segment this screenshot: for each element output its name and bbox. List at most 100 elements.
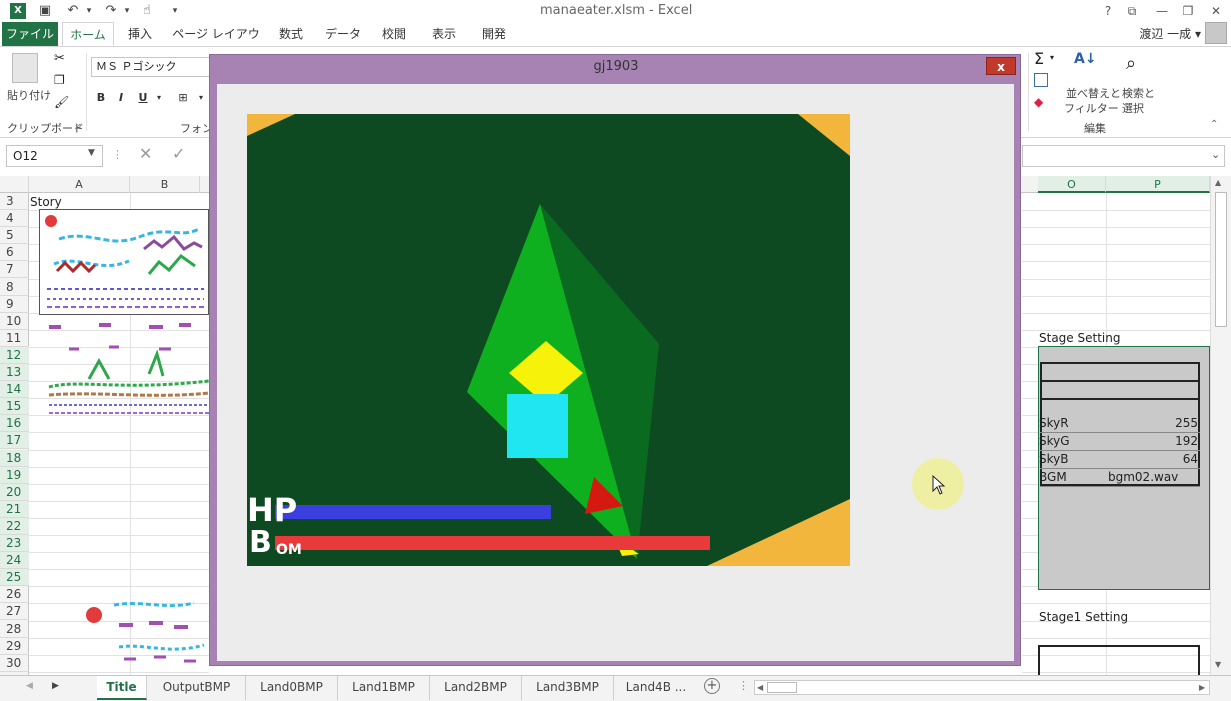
grid-left[interactable]: Story (29, 193, 209, 675)
column-header-o[interactable]: O (1038, 176, 1106, 193)
redo-dropdown-icon[interactable]: ▾ (118, 2, 136, 20)
underline-dropdown-icon[interactable]: ▾ (150, 89, 168, 107)
fill-icon[interactable] (1034, 73, 1048, 87)
paste-icon[interactable] (12, 53, 38, 83)
clipboard-launcher-icon[interactable]: ⊿ (74, 122, 82, 132)
sheet-tab-land3bmp[interactable]: Land3BMP (522, 676, 614, 700)
clear-icon[interactable]: ◆ (1034, 95, 1043, 109)
setting-key[interactable]: SkyR (1039, 415, 1069, 432)
row-header[interactable]: 18 (0, 449, 29, 467)
close-button[interactable]: ✕ (1204, 0, 1228, 22)
save-icon[interactable]: ▣ (36, 2, 54, 20)
row-header[interactable]: 12 (0, 346, 29, 364)
tab-insert[interactable]: 挿入 (122, 22, 158, 46)
tab-page-layout[interactable]: ページ レイアウト (170, 22, 262, 65)
setting-key[interactable]: SkyG (1039, 433, 1070, 450)
sort-filter-icon[interactable]: A↓ (1074, 51, 1097, 67)
bold-button[interactable]: B (92, 89, 110, 107)
row-header[interactable]: 27 (0, 603, 29, 621)
row-header[interactable]: 29 (0, 638, 29, 655)
row-header[interactable]: 30 (0, 655, 29, 672)
setting-key[interactable]: BGM (1039, 469, 1067, 486)
tab-view[interactable]: 表示 (424, 22, 464, 46)
cell-o27[interactable]: Stage1 Setting (1039, 609, 1128, 626)
row-header[interactable]: 19 (0, 466, 29, 484)
setting-key[interactable]: SkyB (1039, 451, 1068, 468)
cell-o11[interactable]: Stage Setting (1039, 330, 1120, 347)
tab-developer[interactable]: 開発 (474, 22, 514, 46)
sheet-tab-land1bmp[interactable]: Land1BMP (338, 676, 430, 700)
row-header[interactable]: 9 (0, 296, 29, 313)
find-select-label[interactable]: 検索と (1122, 85, 1155, 101)
touch-mode-icon[interactable]: ☝ (138, 2, 156, 20)
row-header[interactable]: 11 (0, 330, 29, 347)
avatar[interactable] (1205, 22, 1227, 44)
row-header[interactable]: 25 (0, 569, 29, 587)
font-name-box[interactable]: ＭＳ Ｐゴシック (91, 57, 211, 77)
border-icon[interactable]: ⊞ (174, 89, 192, 107)
tab-file[interactable]: ファイル (2, 22, 58, 46)
enter-icon[interactable]: ✓ (172, 144, 185, 163)
row-header[interactable]: 23 (0, 535, 29, 552)
name-box-dropdown-icon[interactable]: ▼ (88, 148, 95, 158)
italic-button[interactable]: I (112, 89, 130, 107)
autosum-dropdown-icon[interactable]: ▾ (1050, 53, 1054, 62)
tab-formulas[interactable]: 数式 (272, 22, 310, 46)
tab-splitter-icon[interactable]: ⋮ (738, 679, 749, 692)
sheet-tab-land2bmp[interactable]: Land2BMP (430, 676, 522, 700)
row-header[interactable]: 3 (0, 193, 29, 210)
restore-button[interactable]: ❐ (1176, 0, 1200, 22)
select-all-corner[interactable] (0, 176, 29, 193)
paste-label[interactable]: 貼り付け (7, 87, 51, 103)
collapse-ribbon-icon[interactable]: ⌃ (1210, 119, 1218, 130)
sheet-tab-land4bmp[interactable]: Land4B ... (614, 676, 698, 700)
sort-filter-label-2[interactable]: フィルター (1064, 100, 1119, 116)
sheet-tab-land0bmp[interactable]: Land0BMP (246, 676, 338, 700)
row-header[interactable]: 17 (0, 432, 29, 450)
sheet-tab-outputbmp[interactable]: OutputBMP (148, 676, 246, 700)
binoculars-icon[interactable]: ⌕ (1126, 53, 1136, 74)
copy-icon[interactable]: ❐ (54, 73, 65, 87)
scroll-down-icon[interactable]: ▼ (1215, 660, 1221, 669)
cancel-icon[interactable]: ✕ (139, 144, 152, 163)
scroll-right-icon[interactable]: ▶ (1199, 681, 1205, 694)
row-header[interactable]: 13 (0, 364, 29, 381)
game-close-button[interactable]: x (986, 57, 1016, 75)
undo-dropdown-icon[interactable]: ▾ (80, 2, 98, 20)
scroll-left-icon[interactable]: ◀ (757, 681, 763, 694)
row-header[interactable]: 21 (0, 500, 29, 518)
game-window[interactable]: gj1903 x HP B OM (209, 54, 1021, 666)
column-header-p[interactable]: P (1106, 176, 1210, 193)
row-header[interactable]: 15 (0, 398, 29, 416)
tab-home[interactable]: ホーム (62, 22, 114, 46)
game-client-area[interactable]: HP B OM (217, 84, 1014, 661)
setting-value[interactable]: 192 (1108, 433, 1198, 450)
vertical-scrollbar[interactable]: ▲ ▼ (1210, 176, 1231, 675)
row-header[interactable]: 26 (0, 586, 29, 604)
row-header[interactable]: 22 (0, 517, 29, 535)
row-header[interactable]: 14 (0, 381, 29, 399)
sheet-tab-title[interactable]: Title (97, 676, 147, 700)
setting-value[interactable]: bgm02.wav (1108, 469, 1178, 486)
border-dropdown-icon[interactable]: ▾ (192, 89, 210, 107)
row-header[interactable]: 5 (0, 227, 29, 245)
next-sheet-icon[interactable]: ▶ (52, 681, 59, 691)
prev-sheet-icon[interactable]: ◀ (26, 681, 33, 691)
row-header[interactable]: 4 (0, 210, 29, 228)
tab-data[interactable]: データ (322, 22, 364, 46)
user-name[interactable]: 渡辺 一成 ▾ (1139, 25, 1201, 42)
format-painter-icon[interactable]: 🖌 (54, 95, 69, 109)
grid-right[interactable]: Stage Setting SkyR 255 SkyG 192 SkyB 64 BGM bgm… (1022, 193, 1210, 675)
formula-input[interactable] (1022, 145, 1225, 167)
row-header[interactable]: 8 (0, 279, 29, 296)
help-button[interactable]: ? (1096, 0, 1120, 22)
row-header[interactable]: 16 (0, 415, 29, 433)
sort-filter-label[interactable]: 並べ替えと (1066, 85, 1121, 101)
tab-review[interactable]: 校閲 (374, 22, 414, 46)
horizontal-scroll-thumb[interactable] (767, 682, 797, 693)
column-header-a[interactable]: A (29, 176, 130, 193)
customize-qat-icon[interactable]: ▾ (166, 2, 184, 20)
row-header[interactable]: 28 (0, 621, 29, 638)
scroll-up-icon[interactable]: ▲ (1215, 178, 1221, 187)
horizontal-scrollbar[interactable]: ◀ ▶ (754, 680, 1210, 695)
